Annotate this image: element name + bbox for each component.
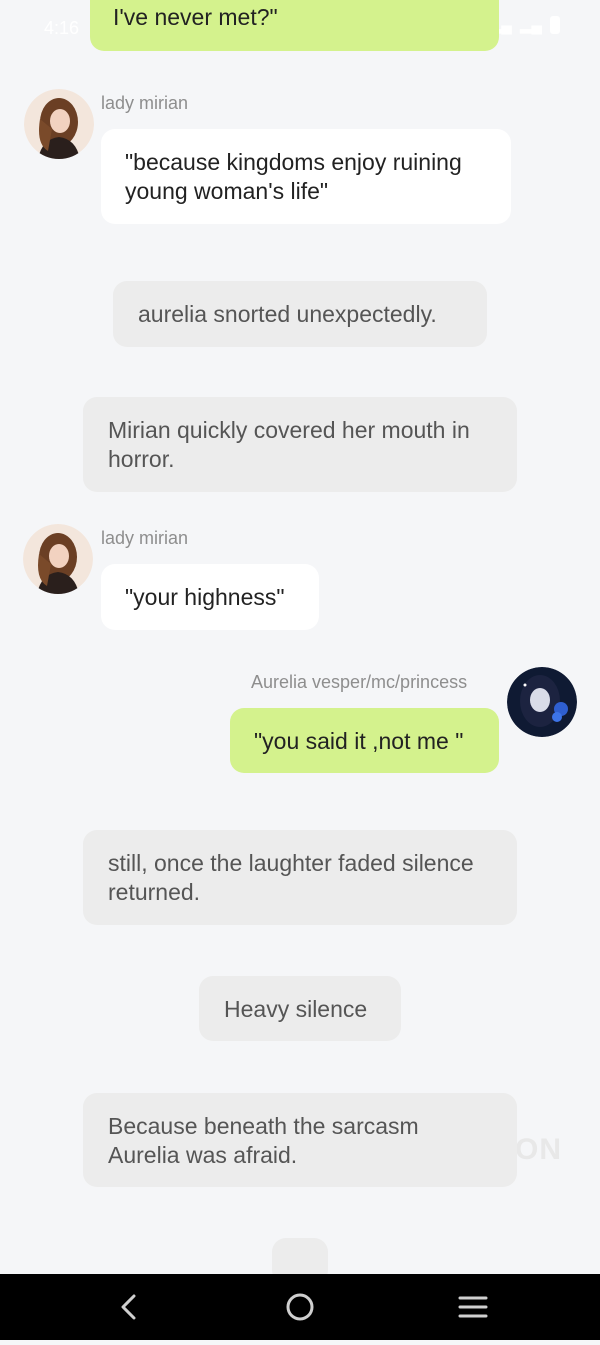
message-bubble-npc: "because kingdoms enjoy ruining young wo… (101, 129, 511, 224)
narration-bubble: Heavy silence (199, 976, 401, 1041)
avatar-aurelia[interactable] (507, 667, 577, 737)
status-time: 4:16 (44, 18, 80, 38)
narration-bubble: aurelia snorted unexpectedly. (113, 281, 487, 347)
avatar-image (507, 667, 577, 737)
narration-text: aurelia snorted unexpectedly. (138, 301, 437, 327)
speaker-name: lady mirian (101, 528, 189, 548)
narration-bubble: still, once the laughter faded silence r… (83, 830, 517, 925)
message-text: "you said it ,not me " (254, 728, 464, 754)
narration-bubble: Because beneath the sarcasm Aurelia was … (83, 1093, 517, 1187)
watermark: ON (515, 1133, 562, 1166)
message-bubble-user: "you said it ,not me " (230, 708, 499, 773)
narration-text: Heavy silence (224, 996, 368, 1022)
recents-button[interactable] (433, 1274, 513, 1340)
signal-icon: ▂▄ (519, 17, 542, 34)
speaker-name: lady mirian (101, 93, 189, 113)
narration-bubble: Mirian quickly covered her mouth in horr… (83, 397, 517, 492)
home-icon (286, 1293, 314, 1321)
message-bubble-user: I've never met?" (90, 0, 499, 51)
narration-text: still, once the laughter faded silence r… (108, 850, 474, 905)
back-icon (121, 1294, 136, 1320)
avatar-lady-mirian[interactable] (24, 89, 94, 159)
avatar-lady-mirian[interactable] (23, 524, 93, 594)
avatar-image (24, 89, 94, 159)
narration-text: Because beneath the sarcasm Aurelia was … (108, 1113, 419, 1168)
message-text: "because kingdoms enjoy ruining young wo… (125, 149, 462, 204)
narration-text: Mirian quickly covered her mouth in horr… (108, 417, 470, 472)
message-text: I've never met?" (113, 4, 278, 30)
recents-icon (458, 1296, 488, 1318)
message-bubble-npc: "your highness" (101, 564, 319, 630)
navigation-bar (0, 1274, 600, 1340)
avatar-image (23, 524, 93, 594)
message-text: "your highness" (125, 584, 285, 610)
back-button[interactable] (88, 1274, 168, 1340)
home-button[interactable] (260, 1274, 340, 1340)
battery-icon (550, 16, 560, 34)
speaker-name: Aurelia vesper/mc/princess (251, 672, 468, 692)
